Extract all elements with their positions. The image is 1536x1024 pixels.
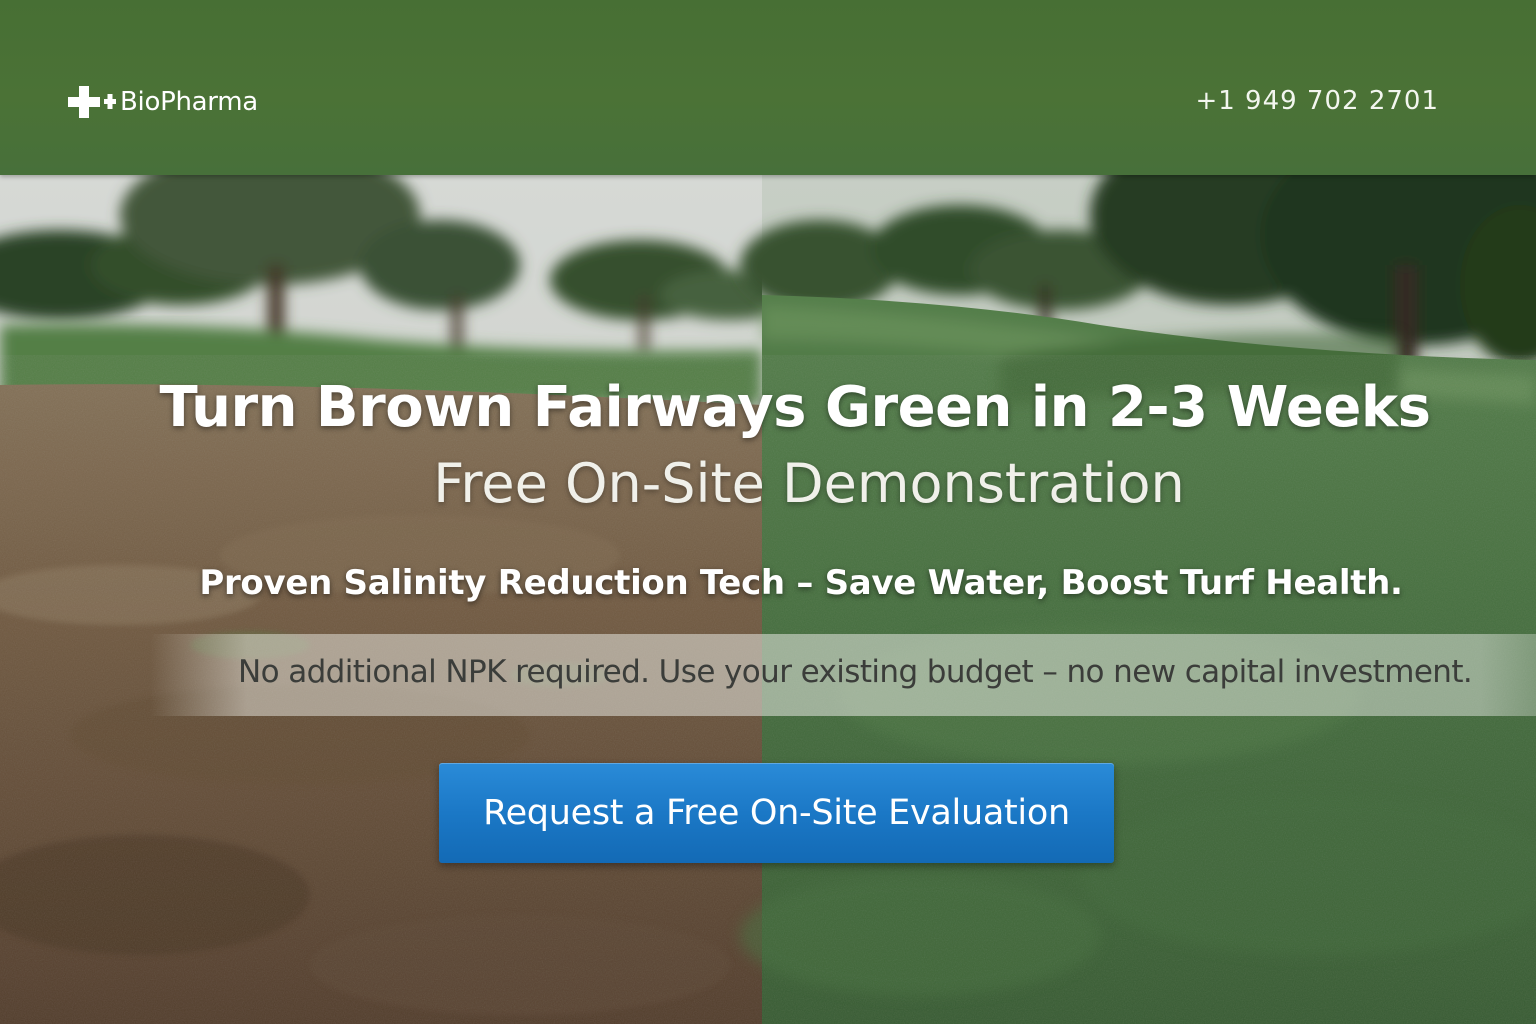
medical-cross-icon <box>68 86 116 118</box>
phone-number-link[interactable]: +1 949 702 2701 <box>1195 86 1439 116</box>
brand-name: BioPharma <box>120 87 258 117</box>
landing-page: BioPharma +1 949 702 2701 Turn Brown Fai… <box>0 0 1536 1024</box>
hero-headline: Turn Brown Fairways Green in 2-3 Weeks <box>159 375 1431 440</box>
site-header: BioPharma +1 949 702 2701 <box>0 0 1536 175</box>
request-evaluation-button[interactable]: Request a Free On-Site Evaluation <box>439 763 1114 863</box>
brand-logo[interactable]: BioPharma <box>68 84 258 120</box>
hero-subheadline: Free On-Site Demonstration <box>433 452 1185 515</box>
hero-tagline: Proven Salinity Reduction Tech – Save Wa… <box>199 563 1403 603</box>
hero-note: No additional NPK required. Use your exi… <box>238 654 1473 690</box>
